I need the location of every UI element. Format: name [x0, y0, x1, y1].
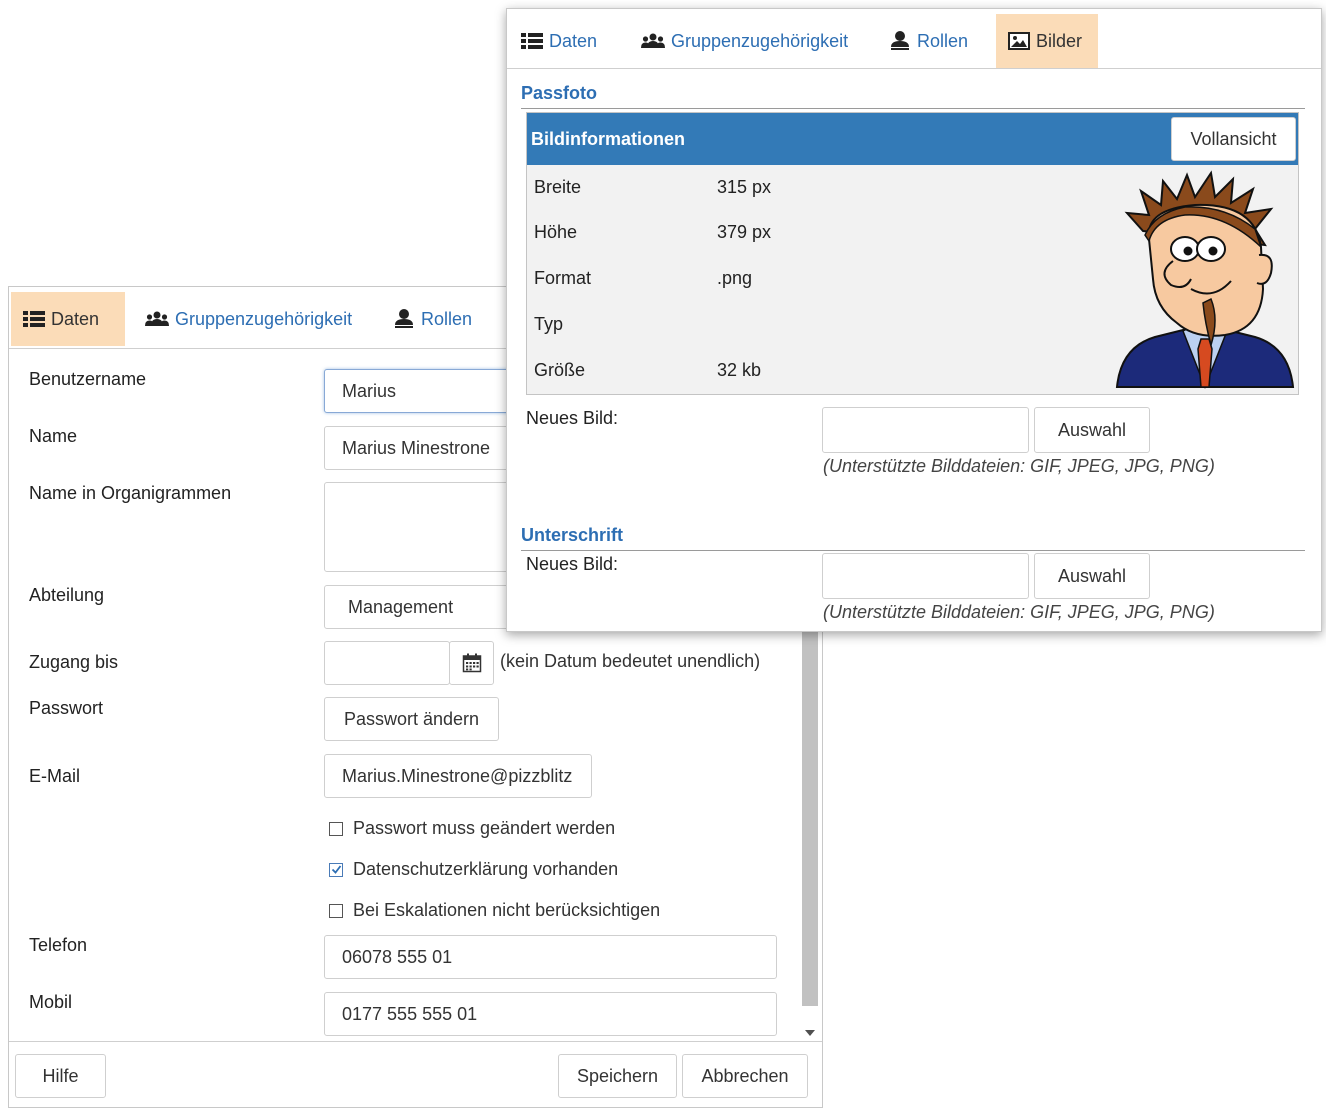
checkbox-unchecked[interactable]	[329, 821, 343, 836]
tab-label: Daten	[51, 308, 100, 329]
tab-gruppenzugehoerigkeit[interactable]: Gruppenzugehörigkeit	[133, 292, 364, 346]
passfoto-select-button[interactable]: Auswahl	[1034, 407, 1150, 453]
access-until-label: Zugang bis	[29, 652, 119, 672]
image-info-panel: Bildinformationen Vollansicht Breite 315…	[526, 112, 1299, 395]
change-password-button[interactable]: Passwort ändern	[324, 697, 499, 741]
new-image-label: Neues Bild:	[526, 554, 619, 574]
username-label: Benutzername	[29, 369, 147, 389]
info-row-value: 32 kb	[717, 360, 762, 380]
tab-label: Bilder	[1036, 30, 1083, 51]
info-row-value: 315 px	[717, 177, 772, 197]
phone-label: Telefon	[29, 935, 88, 955]
checkmark-icon	[331, 865, 341, 874]
tab-label: Gruppenzugehörigkeit	[175, 308, 353, 329]
checkbox-checked[interactable]	[329, 862, 343, 877]
info-row-label: Typ	[534, 314, 564, 334]
department-select[interactable]: Management	[324, 585, 524, 629]
help-button[interactable]: Hilfe	[15, 1054, 106, 1098]
checkbox-unchecked[interactable]	[329, 903, 343, 918]
users-icon	[145, 311, 169, 326]
image-info-title: Bildinformationen	[531, 129, 685, 149]
checkbox-label: Passwort muss geändert werden	[353, 818, 616, 838]
info-row-value: .png	[717, 268, 753, 288]
calendar-icon	[462, 653, 481, 673]
dialog-footer: Hilfe Speichern Abbrechen	[9, 1041, 822, 1107]
access-until-input[interactable]	[324, 641, 450, 685]
mobile-label: Mobil	[29, 992, 73, 1012]
passfoto-supported-formats-hint: (Unterstützte Bilddateien: GIF, JPEG, JP…	[823, 456, 1215, 476]
phone-input[interactable]: 06078 555 01	[324, 935, 777, 979]
calendar-button[interactable]	[449, 641, 494, 685]
tab-bilder[interactable]: Bilder	[996, 14, 1098, 68]
list-icon	[23, 311, 45, 327]
user-icon	[891, 31, 909, 50]
tab-rollen[interactable]: Rollen	[381, 292, 484, 346]
checkbox-privacy-statement[interactable]: Datenschutzerklärung vorhanden	[329, 859, 618, 880]
tab-daten[interactable]: Daten	[11, 292, 125, 346]
tab-label: Daten	[549, 30, 598, 51]
signature-select-button[interactable]: Auswahl	[1034, 553, 1150, 599]
tab-bar: Daten Gruppenzugehörigkeit Rollen Bilder	[507, 9, 1321, 69]
tab-label: Rollen	[917, 30, 969, 51]
checkbox-label: Bei Eskalationen nicht berücksichtigen	[353, 900, 661, 920]
org-name-label: Name in Organigrammen	[29, 483, 232, 503]
scrollbar-thumb[interactable]	[802, 574, 818, 1006]
scroll-down-icon[interactable]	[805, 1030, 815, 1036]
password-label: Passwort	[29, 698, 104, 718]
info-row-label: Größe	[534, 360, 586, 380]
info-row-label: Höhe	[534, 222, 578, 242]
name-input[interactable]: Marius Minestrone	[324, 426, 524, 470]
tab-gruppenzugehoerigkeit[interactable]: Gruppenzugehörigkeit	[629, 14, 860, 68]
tab-label: Gruppenzugehörigkeit	[671, 30, 849, 51]
new-image-label: Neues Bild:	[526, 408, 619, 428]
tab-rollen[interactable]: Rollen	[877, 14, 980, 68]
passfoto-section-title: Passfoto	[521, 83, 1305, 109]
signature-supported-formats-hint: (Unterstützte Bilddateien: GIF, JPEG, JP…	[823, 602, 1215, 622]
access-until-hint: (kein Datum bedeutet unendlich)	[500, 651, 761, 671]
org-name-textarea[interactable]	[324, 482, 524, 572]
image-icon	[1008, 32, 1030, 50]
username-input[interactable]: Marius	[324, 369, 524, 413]
user-icon	[395, 309, 413, 328]
image-info-header: Bildinformationen Vollansicht	[527, 113, 1298, 165]
signature-section-title: Unterschrift	[521, 525, 1305, 551]
info-row-value: 379 px	[717, 222, 772, 242]
info-row-label: Breite	[534, 177, 582, 197]
checkbox-label: Datenschutzerklärung vorhanden	[353, 859, 619, 879]
tab-daten[interactable]: Daten	[509, 14, 609, 68]
name-label: Name	[29, 426, 78, 446]
info-row-label: Format	[534, 268, 592, 288]
checkbox-password-change[interactable]: Passwort muss geändert werden	[329, 818, 615, 839]
department-label: Abteilung	[29, 585, 105, 605]
list-icon	[521, 33, 543, 49]
mobile-input[interactable]: 0177 555 555 01	[324, 992, 777, 1036]
passfoto-file-input[interactable]	[822, 407, 1029, 453]
images-dialog: Daten Gruppenzugehörigkeit Rollen Bilder…	[506, 8, 1322, 632]
users-icon	[641, 33, 665, 48]
cancel-button[interactable]: Abbrechen	[682, 1054, 808, 1098]
passport-photo	[1115, 170, 1295, 390]
tab-label: Rollen	[421, 308, 473, 329]
fullview-button[interactable]: Vollansicht	[1171, 117, 1296, 161]
checkbox-escalations[interactable]: Bei Eskalationen nicht berücksichtigen	[329, 900, 660, 921]
email-input[interactable]: Marius.Minestrone@pizzblitz	[324, 754, 592, 798]
email-label: E-Mail	[29, 766, 81, 786]
signature-file-input[interactable]	[822, 553, 1029, 599]
save-button[interactable]: Speichern	[558, 1054, 677, 1098]
